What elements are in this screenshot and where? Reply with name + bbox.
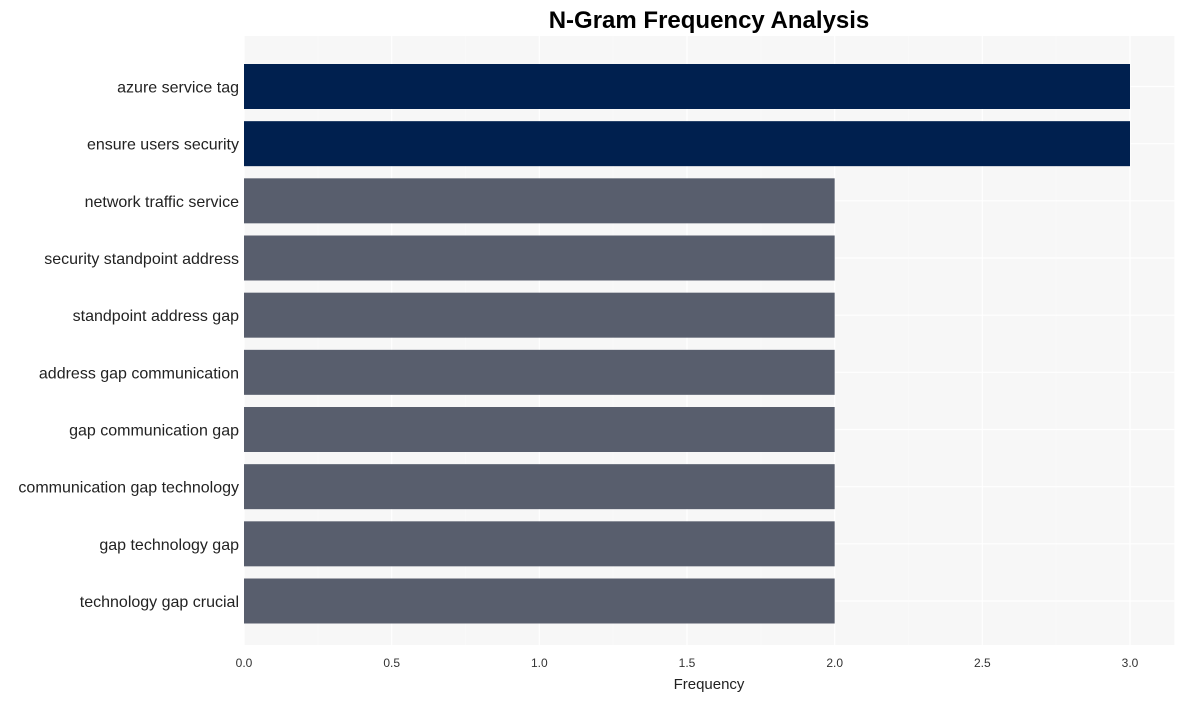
y-tick-label: communication gap technology	[18, 480, 239, 497]
chart-title: N-Gram Frequency Analysis	[549, 7, 870, 34]
bar-gap-communication-gap	[244, 407, 835, 452]
x-axis-ticks: 0.0 0.5 1.0 1.5 2.0 2.5 3.0	[236, 656, 1139, 670]
ngram-bar-chart: N-Gram Frequency Analysis azure service …	[18, 7, 1175, 693]
y-axis-labels: azure service tag ensure users security ne…	[18, 80, 239, 612]
y-tick-label: gap technology gap	[99, 537, 239, 554]
y-tick-label: standpoint address gap	[73, 308, 239, 325]
y-tick-label: azure service tag	[117, 80, 239, 97]
x-tick-label: 0.5	[383, 656, 400, 670]
bar-gap-technology-gap	[244, 521, 835, 567]
x-tick-label: 1.5	[679, 656, 696, 670]
bar-azure-service-tag	[244, 64, 1130, 109]
bar-security-standpoint-address	[244, 235, 835, 281]
bar-standpoint-address-gap	[244, 292, 835, 338]
y-tick-label: address gap communication	[39, 365, 239, 382]
bar-ensure-users-security	[244, 121, 1130, 167]
x-tick-label: 2.5	[974, 656, 991, 670]
bar-network-traffic-service	[244, 178, 835, 224]
x-tick-label: 3.0	[1122, 656, 1139, 670]
x-tick-label: 1.0	[531, 656, 548, 670]
y-tick-label: security standpoint address	[44, 251, 239, 268]
bar-communication-gap-technology	[244, 464, 835, 510]
bar-technology-gap-crucial	[244, 578, 835, 624]
x-axis-label: Frequency	[674, 676, 745, 693]
bar-address-gap-communication	[244, 349, 835, 395]
y-tick-label: technology gap crucial	[80, 594, 239, 611]
y-tick-label: ensure users security	[87, 137, 239, 154]
y-tick-label: gap communication gap	[69, 423, 239, 440]
x-tick-label: 0.0	[236, 656, 253, 670]
y-tick-label: network traffic service	[85, 194, 240, 211]
x-tick-label: 2.0	[826, 656, 843, 670]
